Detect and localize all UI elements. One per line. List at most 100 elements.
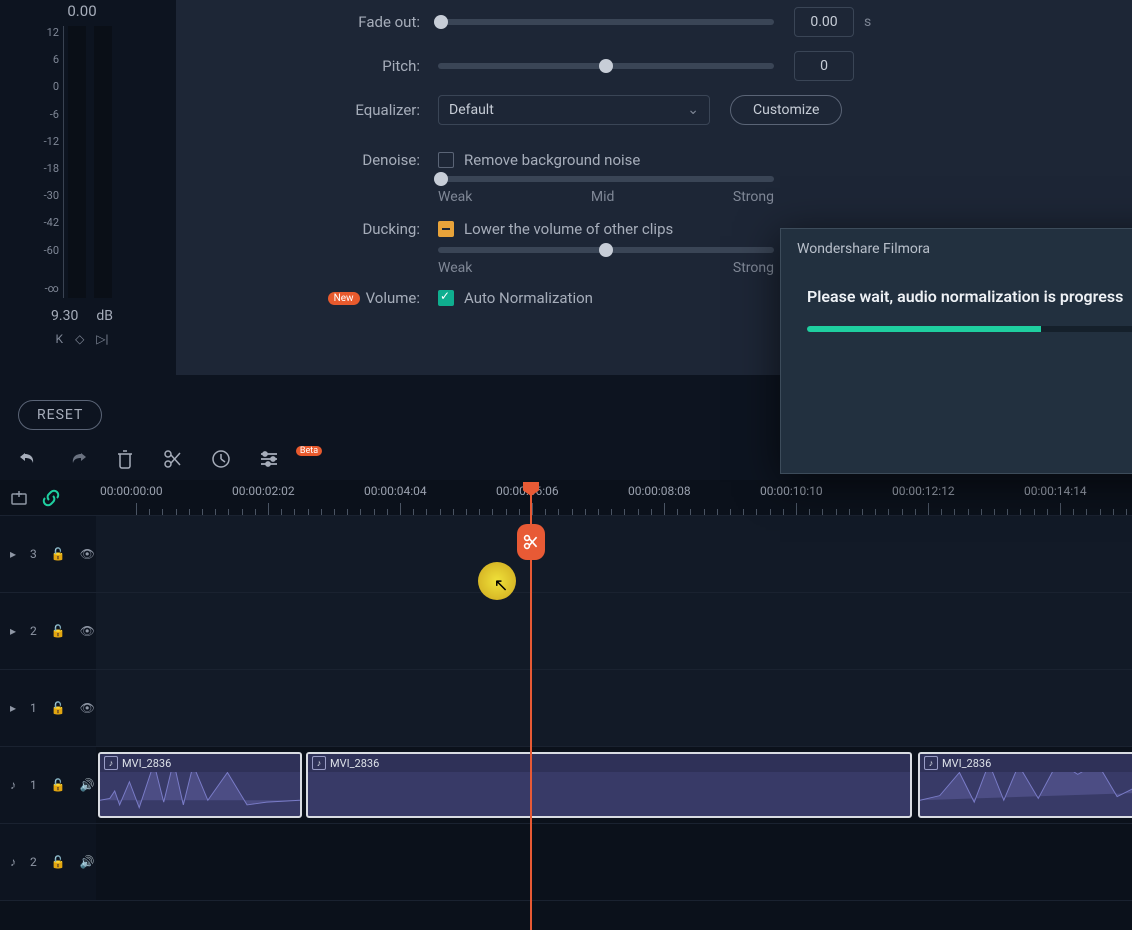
dialog-title: Wondershare Filmora	[781, 229, 1132, 269]
playhead-split-button[interactable]	[517, 524, 545, 560]
equalizer-customize-button[interactable]: Customize	[730, 95, 842, 125]
time-ruler[interactable]: 00:00:00:00 00:00:02:02 00:00:04:04 00:00:0…	[96, 480, 1132, 515]
ruler-label: 00:00:12:12	[892, 484, 955, 498]
clip-name: MVI_2836	[330, 757, 379, 770]
track-type-audio-icon: ♪	[10, 778, 16, 792]
adjust-icon[interactable]	[258, 448, 280, 470]
denoise-slider[interactable]	[438, 176, 774, 182]
lock-icon[interactable]: 🔓	[51, 624, 66, 638]
progress-dialog: Wondershare Filmora Please wait, audio n…	[780, 228, 1132, 474]
redo-icon[interactable]	[66, 448, 88, 470]
delete-icon[interactable]	[114, 448, 136, 470]
add-marker-icon[interactable]	[10, 489, 28, 507]
audio-track-2[interactable]: ♪ 2 🔓 🔊	[0, 824, 1132, 901]
audio-clip-3[interactable]: ♪ MVI_2836	[918, 752, 1132, 818]
ducking-cb-label: Lower the volume of other clips	[464, 220, 673, 238]
music-note-icon: ♪	[104, 756, 118, 770]
eye-icon[interactable]: 👁	[80, 701, 95, 715]
track-number: 1	[30, 778, 37, 792]
speed-icon[interactable]	[210, 448, 232, 470]
ruler-label: 00:00:04:04	[364, 484, 427, 498]
timeline: 00:00:00:00 00:00:02:02 00:00:04:04 00:00:0…	[0, 480, 1132, 930]
track-number: 2	[30, 624, 37, 638]
equalizer-select[interactable]: Default	[438, 95, 710, 125]
meter-prev-key[interactable]: K	[56, 332, 64, 346]
ducking-slider[interactable]	[438, 247, 774, 253]
meter-value: 9.30	[51, 308, 78, 324]
undo-icon[interactable]	[18, 448, 40, 470]
eye-icon[interactable]: 👁	[80, 624, 95, 638]
track-type-video-icon: ▸	[10, 547, 16, 561]
volume-label: Volume:	[366, 289, 420, 307]
reset-button[interactable]: RESET	[18, 400, 102, 430]
track-number: 2	[30, 855, 37, 869]
audio-clip-2[interactable]: ♪ MVI_2836	[306, 752, 912, 818]
video-track-3[interactable]: ▸ 3 🔓 👁	[0, 516, 1132, 593]
meter-scale-6: 6	[53, 53, 59, 66]
meter-scale-n42: -42	[44, 216, 59, 229]
meter-next-key[interactable]: ▷|	[96, 332, 108, 346]
denoise-weak: Weak	[438, 189, 472, 205]
lock-icon[interactable]: 🔓	[51, 778, 66, 792]
track-type-audio-icon: ♪	[10, 855, 16, 869]
ruler-label: 00:00:02:02	[232, 484, 295, 498]
pitch-slider[interactable]	[438, 63, 774, 69]
eye-icon[interactable]: 👁	[80, 547, 95, 561]
lock-icon[interactable]: 🔓	[51, 547, 66, 561]
cursor-highlight	[478, 562, 516, 600]
meter-scale-n12: -12	[44, 135, 59, 148]
meter-scale-0: 0	[53, 80, 59, 93]
ducking-checkbox[interactable]	[438, 221, 454, 237]
meter-scale-n18: -18	[44, 162, 59, 175]
meter-scale-12: 12	[47, 26, 59, 39]
meter-time: 0.00	[34, 0, 130, 26]
denoise-strong: Strong	[733, 189, 774, 205]
fade-out-unit: s	[864, 14, 871, 30]
equalizer-label: Equalizer:	[176, 101, 438, 119]
meter-scale-inf: -∞	[45, 282, 59, 295]
music-note-icon: ♪	[924, 756, 938, 770]
fade-out-label: Fade out:	[176, 13, 438, 31]
meter-nav: K ◇ ▷|	[34, 332, 130, 346]
meter-add-key[interactable]: ◇	[75, 332, 84, 346]
fade-out-slider[interactable]	[438, 19, 774, 25]
meter-scale-n6: -6	[50, 108, 59, 121]
split-icon[interactable]	[162, 448, 184, 470]
track-number: 1	[30, 701, 37, 715]
video-track-2[interactable]: ▸ 2 🔓 👁	[0, 593, 1132, 670]
meter-scale-n30: -30	[44, 189, 59, 202]
meter-unit: dB	[96, 308, 113, 324]
auto-normalization-checkbox[interactable]	[438, 290, 454, 306]
dialog-message: Please wait, audio normalization is prog…	[807, 287, 1132, 306]
track-type-video-icon: ▸	[10, 701, 16, 715]
clip-name: MVI_2836	[122, 757, 171, 770]
ducking-strong: Strong	[733, 260, 774, 276]
progress-bar	[807, 326, 1132, 332]
track-number: 3	[30, 547, 37, 561]
denoise-checkbox[interactable]	[438, 152, 454, 168]
mute-icon[interactable]: 🔊	[80, 855, 95, 869]
audio-meter: 0.00 12 6 0 -6 -12 -18 -30 -42 -60 -∞ 9.…	[34, 0, 140, 346]
lock-icon[interactable]: 🔓	[51, 855, 66, 869]
video-track-1[interactable]: ▸ 1 🔓 👁	[0, 670, 1132, 747]
denoise-mid: Mid	[591, 189, 615, 205]
level-meter: 12 6 0 -6 -12 -18 -30 -42 -60 -∞	[34, 26, 130, 298]
link-icon[interactable]	[42, 489, 60, 507]
denoise-label: Denoise:	[176, 151, 438, 169]
pitch-label: Pitch:	[176, 57, 438, 75]
music-note-icon: ♪	[312, 756, 326, 770]
audio-clip-1[interactable]: ♪ MVI_2836	[98, 752, 302, 818]
ruler-label: 00:00:00:00	[100, 484, 163, 498]
audio-adjust-icon[interactable]: Beta	[306, 448, 328, 470]
pitch-value[interactable]: 0	[794, 51, 854, 81]
mute-icon[interactable]: 🔊	[80, 778, 95, 792]
clip-name: MVI_2836	[942, 757, 991, 770]
ruler-label: 00:00:08:08	[628, 484, 691, 498]
lock-icon[interactable]: 🔓	[51, 701, 66, 715]
fade-out-value[interactable]: 0.00	[794, 7, 854, 37]
audio-track-1[interactable]: ♪ 1 🔓 🔊 ♪ MVI_2836 ♪ MVI_2836 ♪ MVI_2836	[0, 747, 1132, 824]
track-type-video-icon: ▸	[10, 624, 16, 638]
new-badge: New	[328, 292, 360, 305]
ducking-weak: Weak	[438, 260, 472, 276]
ruler-label: 00:00:10:10	[760, 484, 823, 498]
